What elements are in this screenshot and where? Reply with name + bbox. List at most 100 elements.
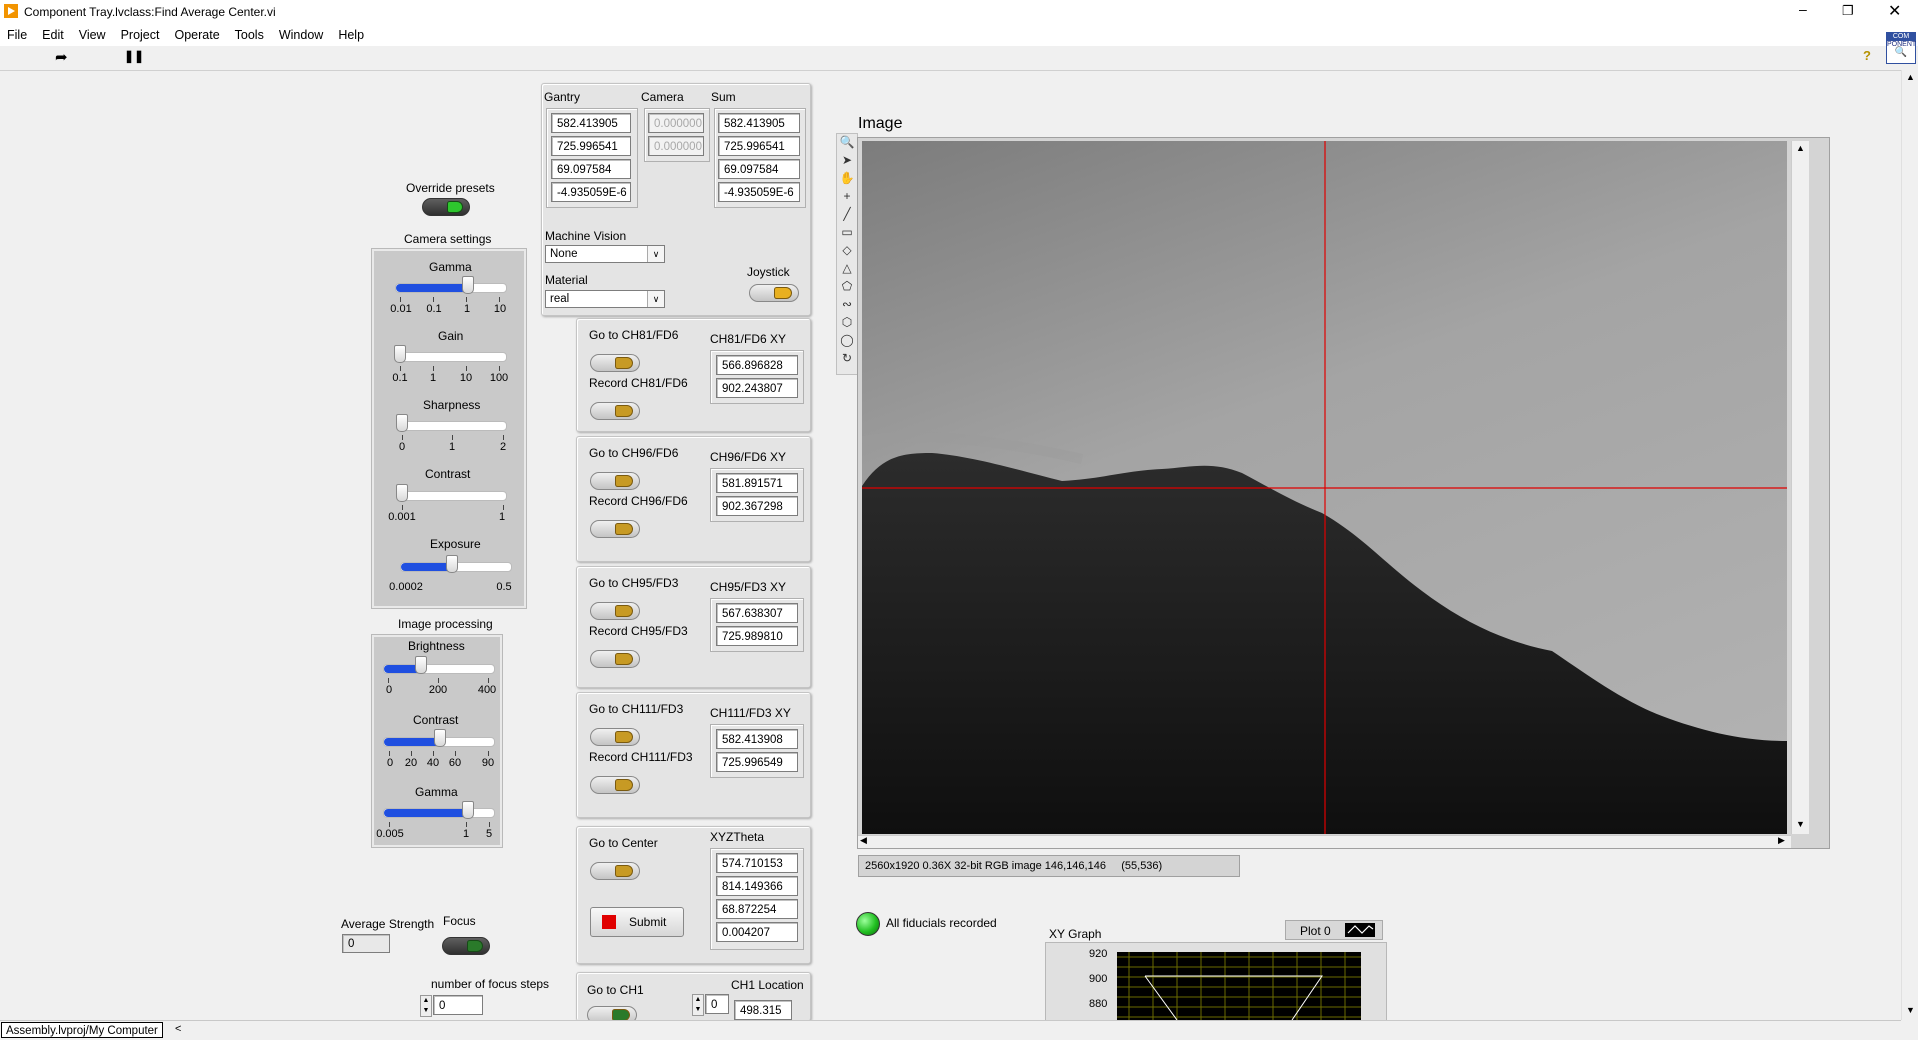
polygon-tool-icon[interactable]: ⬠ <box>837 278 857 295</box>
project-path[interactable]: Assembly.lvproj/My Computer <box>1 1022 163 1038</box>
focus-steps-stepper[interactable]: ▲ ▼ <box>420 995 432 1017</box>
run-continuously-icon[interactable]: ➦ <box>55 48 68 66</box>
fiducial-x: 581.891571 <box>716 473 798 493</box>
annulus-tool-icon[interactable]: △ <box>837 260 857 277</box>
fiducial-goto-button[interactable] <box>590 472 640 490</box>
fiducial-y: 725.996549 <box>716 752 798 772</box>
submit-button[interactable]: Submit <box>590 907 684 937</box>
fiducial-record-label: Record CH95/FD3 <box>589 624 688 638</box>
scroll-right-icon[interactable]: ▶ <box>1778 835 1785 846</box>
line-tool-icon[interactable]: ╱ <box>837 206 857 223</box>
joystick-button[interactable] <box>749 284 799 302</box>
sum-x: 582.413905 <box>718 113 800 133</box>
window-title: Component Tray.lvclass:Find Average Cent… <box>24 5 276 19</box>
menu-operate[interactable]: Operate <box>167 24 227 42</box>
scroll-down-icon[interactable]: ▼ <box>1906 1005 1915 1015</box>
override-presets-toggle[interactable] <box>422 198 470 216</box>
ch1-stepper-input[interactable]: 0 <box>705 994 729 1014</box>
minimize-icon[interactable]: – <box>1799 1 1807 17</box>
sum-theta: -4.935059E-6 <box>718 182 800 202</box>
fiducial-y: 902.367298 <box>716 496 798 516</box>
material-label: Material <box>545 273 588 287</box>
stop-indicator-icon <box>602 915 616 929</box>
menu-window[interactable]: Window <box>272 24 331 42</box>
go-to-ch1-button[interactable] <box>587 1006 637 1020</box>
rectangle-tool-icon[interactable]: ▭ <box>837 224 857 241</box>
context-help-icon[interactable]: ? <box>1863 48 1871 63</box>
fiducial-record-button[interactable] <box>590 650 640 668</box>
menu-view[interactable]: View <box>72 24 114 42</box>
brightness-tick-3: 400 <box>477 684 497 696</box>
freehand-tool-icon[interactable]: ∾ <box>837 296 857 313</box>
sum-z: 69.097584 <box>718 159 800 179</box>
vertical-scrollbar[interactable]: ▲ ▼ <box>1901 70 1918 1020</box>
scroll-up-icon[interactable]: ▲ <box>1796 143 1805 153</box>
fiducials-recorded-led <box>856 912 880 936</box>
rotated-rect-tool-icon[interactable]: ◇ <box>837 242 857 259</box>
go-to-center-label: Go to Center <box>589 836 658 850</box>
go-to-ch1-label: Go to CH1 <box>587 983 644 997</box>
gamma-tick-1: 0.01 <box>390 303 412 315</box>
machine-vision-label: Machine Vision <box>545 229 627 243</box>
point-tool-icon[interactable]: + <box>837 188 857 205</box>
fiducial-record-button[interactable] <box>590 776 640 794</box>
pause-icon[interactable]: ❚❚ <box>124 49 144 63</box>
camera-image[interactable] <box>862 141 1787 834</box>
average-strength-indicator: 0 <box>342 934 390 953</box>
zoom-tool-icon[interactable]: 🔍 <box>837 134 857 151</box>
gantry-x: 582.413905 <box>551 113 631 133</box>
image-vscrollbar[interactable]: ▲ ▼ <box>1791 141 1809 834</box>
fiducial-record-button[interactable] <box>590 402 640 420</box>
menu-tools[interactable]: Tools <box>228 24 272 42</box>
fiducial-x: 566.896828 <box>716 355 798 375</box>
go-to-center-button[interactable] <box>590 862 640 880</box>
image-content <box>862 141 1787 834</box>
image-label: Image <box>858 115 903 132</box>
close-icon[interactable]: ✕ <box>1888 1 1901 21</box>
focus-button[interactable] <box>442 937 490 955</box>
camera-x: 0.000000 <box>648 113 704 133</box>
oval-tool-icon[interactable]: ◯ <box>837 332 857 349</box>
scroll-up-icon[interactable]: ▲ <box>1906 72 1915 82</box>
menu-project[interactable]: Project <box>114 24 168 42</box>
freehand-region-tool-icon[interactable]: ⬡ <box>837 314 857 331</box>
ip-contrast-tick-2: 20 <box>404 757 418 769</box>
spiral-tool-icon[interactable]: ↻ <box>837 350 857 367</box>
average-strength-label: Average Strength <box>341 917 435 931</box>
fiducial-goto-label: Go to CH111/FD3 <box>589 702 684 716</box>
exposure-tick-2: 0.5 <box>496 581 512 593</box>
ch1-location-x: 498.315 <box>734 1000 792 1020</box>
pointer-tool-icon[interactable]: ➤ <box>837 152 857 169</box>
exposure-label: Exposure <box>430 537 481 551</box>
brightness-tick-2: 200 <box>428 684 448 696</box>
machine-vision-value: None <box>550 248 578 260</box>
brightness-label: Brightness <box>408 639 465 653</box>
menu-help[interactable]: Help <box>331 24 372 42</box>
menu-file[interactable]: File <box>0 24 35 42</box>
path-arrow-icon[interactable]: < <box>175 1023 181 1035</box>
material-dropdown[interactable]: real ∨ <box>545 290 665 308</box>
xy-graph-plot-area[interactable] <box>1117 952 1361 1020</box>
camera-label: Camera <box>641 90 684 104</box>
chevron-down-icon: ∨ <box>647 291 664 307</box>
maximize-icon[interactable]: ❐ <box>1842 3 1854 19</box>
image-info-bar: 2560x1920 0.36X 32-bit RGB image 146,146… <box>858 855 1240 877</box>
fiducial-record-button[interactable] <box>590 520 640 538</box>
focus-steps-input[interactable]: 0 <box>433 995 483 1015</box>
machine-vision-dropdown[interactable]: None ∨ <box>545 245 665 263</box>
xy-graph-label: XY Graph <box>1049 927 1102 941</box>
sharpness-tick-1: 0 <box>398 441 406 453</box>
fiducial-goto-button[interactable] <box>590 602 640 620</box>
scroll-left-icon[interactable]: ◀ <box>860 835 867 846</box>
brightness-tick-1: 0 <box>385 684 393 696</box>
fiducial-goto-button[interactable] <box>590 728 640 746</box>
ip-contrast-tick-3: 40 <box>426 757 440 769</box>
plot-legend[interactable]: Plot 0 <box>1285 920 1383 940</box>
pan-tool-icon[interactable]: ✋ <box>837 170 857 187</box>
fiducial-goto-button[interactable] <box>590 354 640 372</box>
menu-edit[interactable]: Edit <box>35 24 72 42</box>
scroll-down-icon[interactable]: ▼ <box>1796 819 1805 829</box>
ch1-stepper[interactable]: ▲ ▼ <box>692 994 704 1016</box>
fiducial-xy-label: CH95/FD3 XY <box>710 580 787 594</box>
image-hscrollbar[interactable]: ◀ ▶ <box>858 835 1791 848</box>
